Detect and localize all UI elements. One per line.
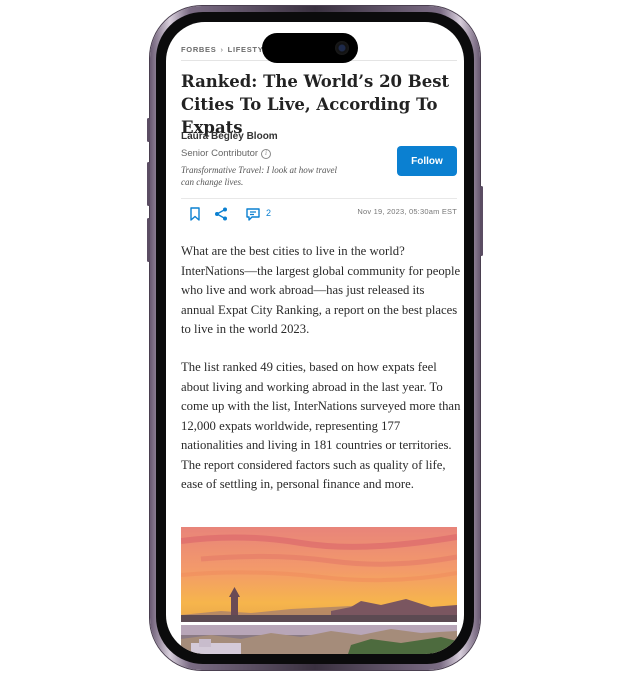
comment-count[interactable]: 2 [266,208,271,218]
front-camera-icon [335,41,349,55]
silent-switch [147,118,150,142]
article-toolbar: 2 Nov 19, 2023, 05:30am EST [181,206,457,226]
follow-button[interactable]: Follow [397,146,457,176]
volume-up-button [147,162,150,206]
volume-down-button [147,218,150,262]
article-paragraph: What are the best cities to live in the … [181,244,461,336]
author-role: Senior Contributor i [181,148,272,159]
divider [181,198,457,199]
phone-frame: FORBES › LIFESTYLE Ranked: The World’s 20 … [147,6,483,670]
info-icon[interactable]: i [261,148,272,159]
comment-icon[interactable] [245,206,261,222]
bookmark-icon[interactable] [187,206,203,222]
hero-image [181,527,457,622]
share-icon[interactable] [213,206,229,222]
hero-image-city [181,625,457,654]
publish-date: Nov 19, 2023, 05:30am EST [357,207,457,216]
breadcrumb: FORBES › LIFESTYLE [181,45,274,54]
author-name[interactable]: Laura Begley Bloom [181,131,278,142]
breadcrumb-site[interactable]: FORBES [181,45,216,54]
author-role-label: Senior Contributor [181,148,259,159]
author-bio: Transformative Travel: I look at how tra… [181,165,337,187]
article-headline: Ranked: The World’s 20 Best Cities To Li… [181,72,450,137]
dynamic-island [262,33,358,63]
phone-screen: FORBES › LIFESTYLE Ranked: The World’s 20 … [166,22,464,654]
phone-bezel: FORBES › LIFESTYLE Ranked: The World’s 20 … [156,12,474,664]
breadcrumb-separator: › [220,45,224,54]
article-paragraph: The list ranked 49 cities, based on how … [181,360,461,491]
power-button [480,186,483,256]
